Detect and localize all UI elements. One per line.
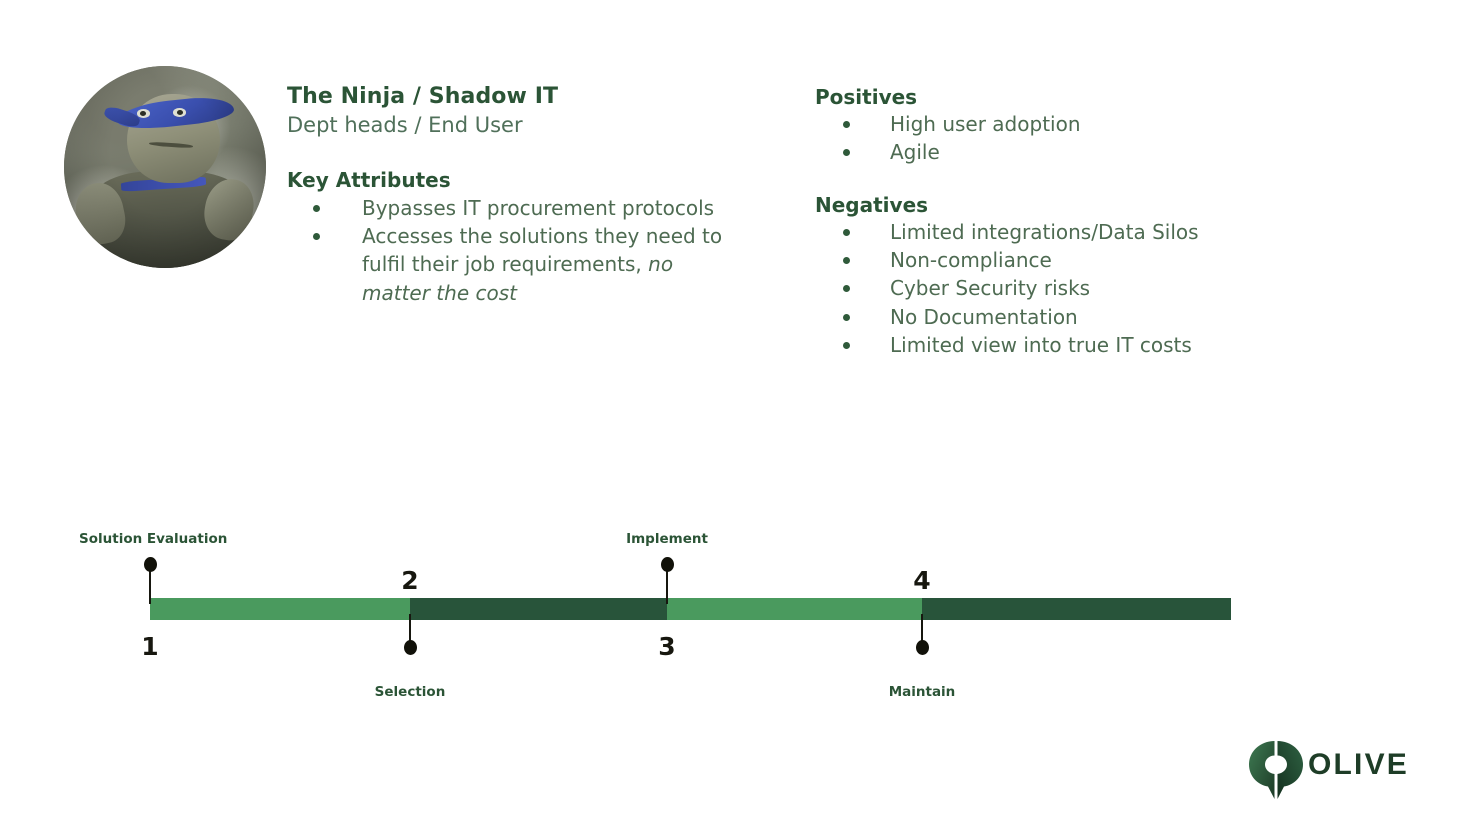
- timeline-number-3: 3: [658, 632, 676, 661]
- timeline-label-4: Maintain: [888, 684, 956, 700]
- timeline-node-4[interactable]: [915, 640, 929, 655]
- bullet-dot-icon: [843, 341, 850, 349]
- timeline-stem-4: [921, 614, 923, 652]
- olive-wordmark: OLIVE: [1308, 748, 1410, 781]
- list-item: Cyber Security risks: [843, 274, 1263, 302]
- list-item-label: No Documentation: [890, 304, 1078, 329]
- timeline-node-2[interactable]: [403, 640, 417, 655]
- list-item: Limited view into true IT costs: [843, 331, 1263, 359]
- list-item-label: High user adoption: [890, 112, 1081, 136]
- list-item-label: Cyber Security risks: [890, 276, 1091, 301]
- timeline-number-1: 1: [141, 632, 159, 661]
- list-item-label: Bypasses IT procurement protocols: [362, 196, 715, 220]
- persona-title: The Ninja / Shadow IT: [287, 84, 559, 109]
- list-item: Limited integrations/Data Silos: [843, 218, 1263, 246]
- timeline-segment-3: [667, 598, 922, 620]
- avatar-photo: [64, 66, 266, 268]
- olive-logo: OLIVE: [1248, 740, 1428, 800]
- bullet-dot-icon: [843, 121, 850, 128]
- timeline-node-1[interactable]: [143, 557, 157, 572]
- bullet-dot-icon: [313, 205, 320, 212]
- timeline-node-3[interactable]: [660, 557, 674, 572]
- timeline-stem-1: [149, 566, 151, 604]
- timeline-label-2: Selection: [374, 684, 446, 700]
- persona-subtitle: Dept heads / End User: [287, 113, 523, 137]
- timeline-stem-2: [409, 614, 411, 652]
- list-item: Bypasses IT procurement protocols: [313, 194, 733, 222]
- negatives-heading: Negatives: [815, 193, 929, 217]
- timeline-segment-2: [410, 598, 667, 620]
- timeline-number-4: 4: [913, 566, 931, 595]
- bullet-dot-icon: [843, 313, 850, 321]
- list-item: Agile: [843, 138, 1263, 166]
- key-attributes-heading: Key Attributes: [287, 168, 451, 192]
- avatar-vignette: [64, 66, 266, 268]
- bullet-dot-icon: [843, 229, 850, 236]
- olive-logo-mark-icon: [1249, 741, 1303, 799]
- list-item: Accesses the solutions they need to fulf…: [313, 222, 733, 307]
- list-item: No Documentation: [843, 303, 1263, 331]
- list-item-label: Non-compliance: [890, 248, 1052, 273]
- list-item-label: Limited view into true IT costs: [890, 332, 1192, 357]
- timeline-label-1: Solution Evaluation: [79, 531, 228, 547]
- timeline-stem-3: [666, 566, 668, 604]
- list-item-label: Limited integrations/Data Silos: [890, 220, 1199, 244]
- negatives-list: Limited integrations/Data Silos Non-comp…: [843, 218, 1263, 359]
- persona-avatar: [64, 66, 266, 268]
- list-item-label: Agile: [890, 140, 940, 165]
- positives-list: High user adoption Agile: [843, 110, 1263, 166]
- timeline-number-2: 2: [401, 566, 419, 595]
- positives-heading: Positives: [815, 85, 918, 109]
- timeline-segment-4: [922, 598, 1231, 620]
- list-item: High user adoption: [843, 110, 1263, 138]
- timeline-segment-1: [150, 598, 410, 620]
- timeline-label-3: Implement: [626, 531, 708, 547]
- key-attributes-list: Bypasses IT procurement protocols Access…: [313, 194, 733, 307]
- list-item: Non-compliance: [843, 246, 1263, 274]
